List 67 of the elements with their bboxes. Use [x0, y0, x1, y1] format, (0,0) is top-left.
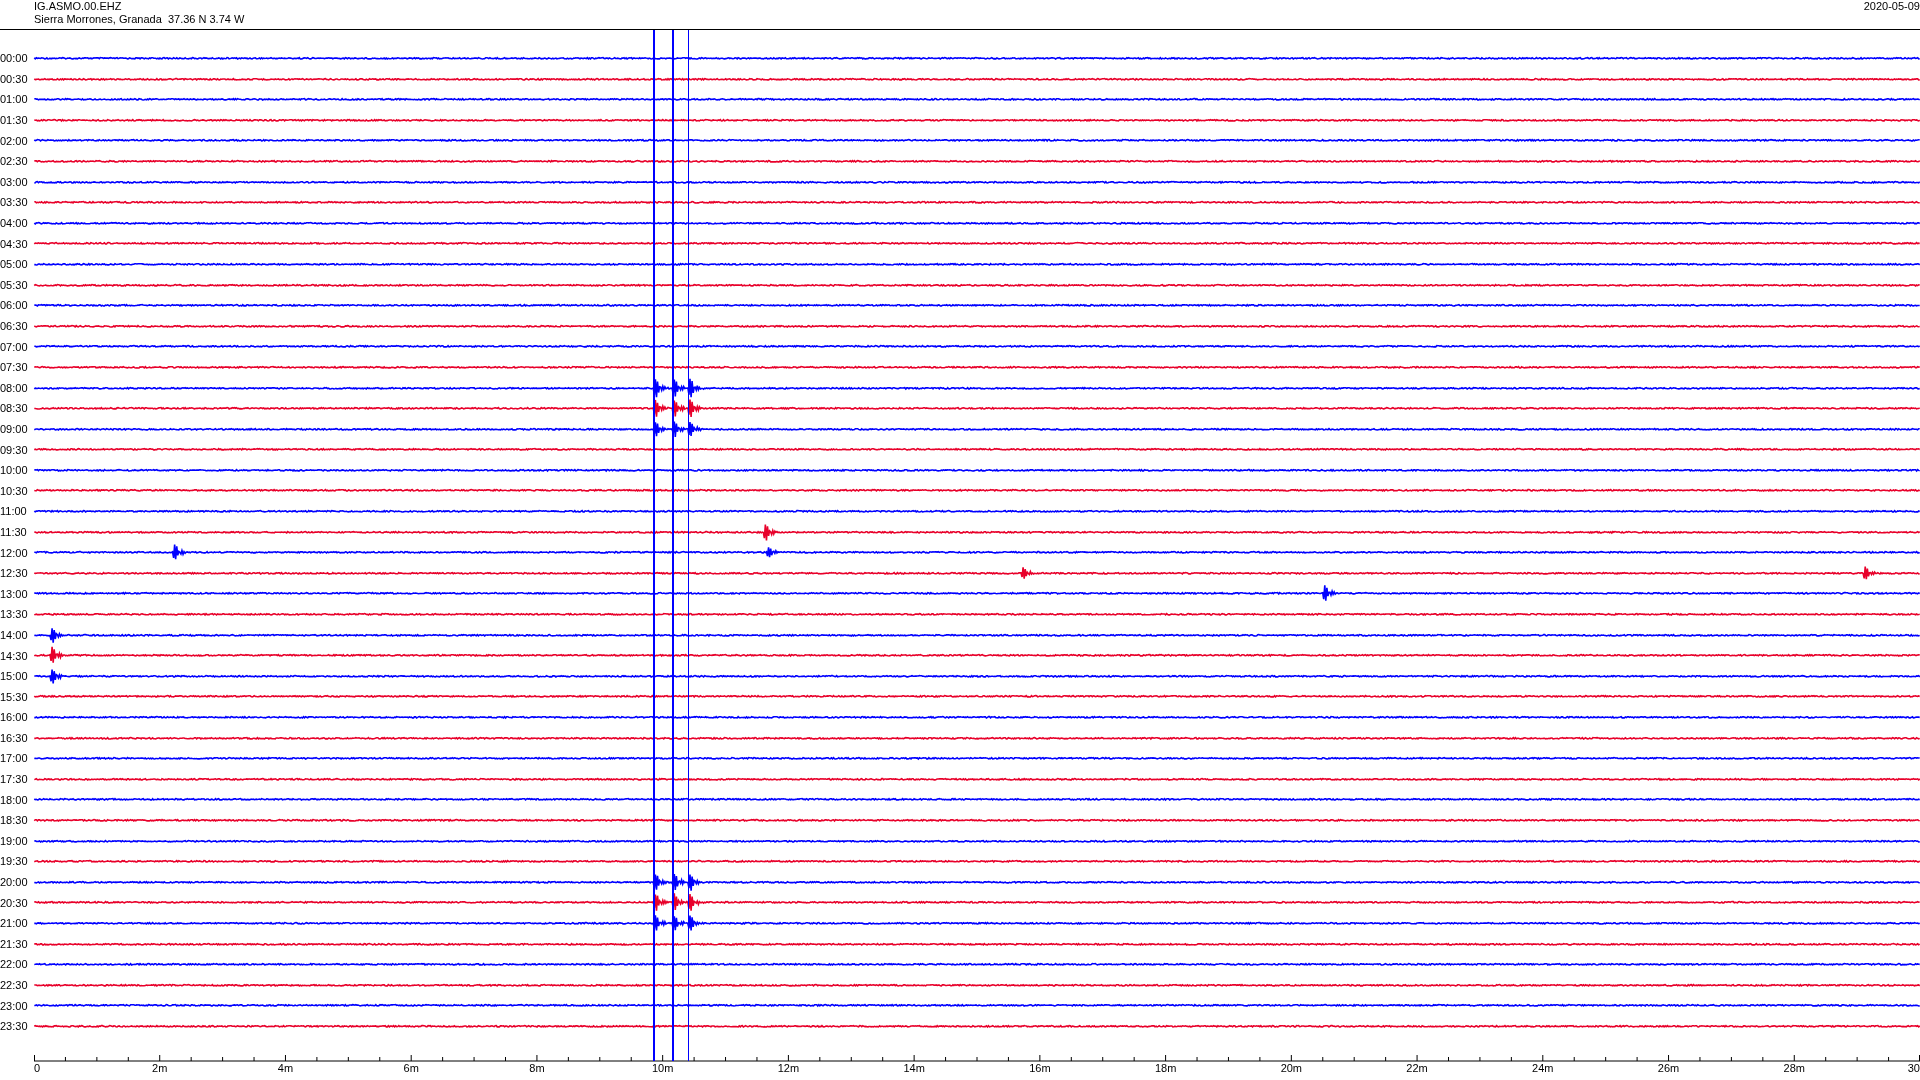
time-label: 08:30: [0, 402, 29, 415]
axis-tick-label: 26m: [1657, 1061, 1680, 1074]
time-label: 10:30: [0, 484, 29, 497]
time-label: 09:30: [0, 443, 29, 456]
time-label: 03:30: [0, 196, 29, 209]
time-label: 04:00: [0, 217, 29, 230]
time-label: 07:30: [0, 361, 29, 374]
station-location: Sierra Morrones, Granada 37.36 N 3.74 W: [34, 13, 245, 26]
time-label: 13:00: [0, 587, 29, 600]
time-label: 07:00: [0, 340, 29, 353]
time-label: 18:30: [0, 814, 29, 827]
time-label: 11:30: [0, 525, 28, 538]
time-label: 00:00: [0, 52, 29, 65]
time-label: 14:30: [0, 649, 29, 662]
time-label: 17:30: [0, 773, 29, 786]
time-label: 03:00: [0, 175, 29, 188]
time-label: 22:00: [0, 958, 29, 971]
time-label: 13:30: [0, 608, 29, 621]
time-label: 04:30: [0, 237, 29, 250]
time-label: 12:00: [0, 546, 29, 559]
time-label: 12:30: [0, 567, 29, 580]
axis-tick-label: 10m: [651, 1061, 674, 1074]
time-label: 23:30: [0, 1020, 29, 1033]
time-label: 00:30: [0, 72, 29, 85]
time-label: 10:00: [0, 464, 29, 477]
time-label: 22:30: [0, 979, 29, 991]
time-label: 01:00: [0, 93, 29, 106]
time-label: 20:30: [0, 896, 29, 909]
axis-tick-label: 6m: [403, 1061, 419, 1074]
axis-tick-label: 8m: [529, 1061, 545, 1074]
axis-tick-label: 24m: [1532, 1061, 1554, 1074]
time-label: 08:00: [0, 381, 29, 394]
time-label: 18:00: [0, 793, 29, 806]
time-label: 02:00: [0, 134, 29, 147]
axis-tick-label: 16m: [1029, 1061, 1051, 1074]
time-label: 20:00: [0, 876, 29, 889]
time-label: 05:00: [0, 258, 29, 271]
time-label: 09:00: [0, 423, 29, 435]
time-label: 05:30: [0, 278, 29, 291]
axis-tick-label: 12m: [777, 1061, 800, 1074]
time-label: 23:00: [0, 999, 29, 1012]
time-label: 19:00: [0, 834, 29, 847]
time-label: 15:30: [0, 690, 29, 703]
time-label: 16:00: [0, 711, 29, 724]
axis-tick-label: 0: [34, 1061, 41, 1074]
axis-tick-label: 14m: [903, 1061, 925, 1074]
time-label: 14:00: [0, 628, 29, 641]
time-label: 19:30: [0, 855, 29, 868]
time-label: 17:00: [0, 752, 29, 765]
axis-tick-label: 4m: [277, 1061, 294, 1074]
axis-tick-label: 30: [1907, 1061, 1920, 1074]
axis-tick-label: 18m: [1154, 1061, 1177, 1074]
station-code: IG.ASMO.00.EHZ: [34, 0, 123, 13]
axis-tick-label: 2m: [152, 1061, 168, 1074]
time-label: 06:30: [0, 320, 29, 332]
time-label: 06:00: [0, 299, 29, 312]
axis-tick-label: 28m: [1783, 1061, 1805, 1074]
time-label: 15:00: [0, 670, 29, 683]
time-label: 02:30: [0, 155, 29, 168]
time-label: 11:00: [0, 505, 28, 518]
time-label: 01:30: [0, 114, 29, 127]
date-label: 2020-05-09: [1863, 0, 1920, 13]
time-label: 21:00: [0, 917, 29, 930]
axis-tick-label: 20m: [1280, 1061, 1303, 1074]
time-label: 16:30: [0, 731, 29, 744]
time-label: 21:30: [0, 937, 29, 950]
axis-tick-label: 22m: [1406, 1061, 1428, 1074]
